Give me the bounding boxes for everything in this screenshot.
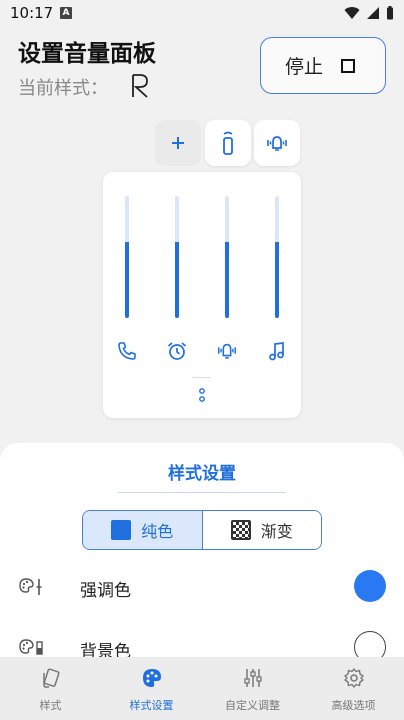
- accent-color-icon: [19, 578, 42, 595]
- nav-label-custom-adjust: 自定义调整: [225, 699, 280, 712]
- nav-label-style-settings: 样式设置: [129, 699, 174, 712]
- sheet-title-underline: [118, 492, 286, 493]
- nav-item-custom-adjust[interactable]: 自定义调整: [202, 657, 303, 720]
- ringer-mode-button[interactable]: [205, 120, 251, 166]
- gear-icon: [343, 668, 364, 688]
- notification-badge: A: [60, 7, 72, 19]
- music-volume-slider[interactable]: [275, 196, 279, 318]
- panel-divider: [193, 377, 211, 378]
- sheet-title: 样式设置: [168, 464, 236, 484]
- nav-label-style: 样式: [39, 699, 62, 712]
- ring-volume-slider[interactable]: [225, 196, 229, 318]
- gradient-label: 渐变: [260, 522, 293, 541]
- plus-icon: [172, 137, 184, 149]
- nav-item-advanced[interactable]: 高级选项: [303, 657, 404, 720]
- solid-color-tab[interactable]: 纯色: [83, 511, 203, 549]
- color-mode-toggle: 纯色 渐变: [82, 510, 322, 550]
- solid-color-label: 纯色: [141, 522, 174, 541]
- add-button[interactable]: [155, 120, 201, 166]
- vibrate-bell-icon: [267, 136, 287, 151]
- vibrate-mode-button[interactable]: [254, 120, 300, 166]
- wifi-icon: [344, 7, 360, 20]
- status-icons: [344, 6, 394, 20]
- alarm-volume-fill: [175, 242, 179, 318]
- call-volume-slider[interactable]: [125, 196, 129, 318]
- tune-icon: [243, 669, 262, 687]
- alarm-volume-slider[interactable]: [175, 196, 179, 318]
- status-bar: 10:17 A: [0, 0, 404, 28]
- battery-icon: [387, 6, 393, 20]
- accent-color-swatch[interactable]: [354, 570, 386, 602]
- ring-volume-fill: [225, 242, 229, 318]
- nav-item-style[interactable]: 样式: [0, 657, 101, 720]
- gradient-tab[interactable]: 渐变: [202, 511, 321, 549]
- stop-button[interactable]: 停止: [260, 37, 386, 94]
- bottom-nav: 样式 样式设置 自定义调整 高级选项: [0, 657, 404, 720]
- vibrate-icon[interactable]: [216, 340, 238, 362]
- background-color-icon: [19, 639, 43, 655]
- accent-color-label: 强调色: [80, 581, 131, 601]
- stop-icon: [341, 59, 355, 73]
- background-color-label: 背景色: [80, 642, 131, 657]
- remote-icon: [223, 131, 233, 155]
- signal-icon: [367, 7, 379, 19]
- music-volume-fill: [275, 242, 279, 318]
- call-volume-fill: [125, 242, 129, 318]
- nav-item-style-settings[interactable]: 样式设置: [101, 657, 202, 720]
- alarm-icon[interactable]: [166, 340, 188, 362]
- style-logo-icon: [132, 74, 148, 98]
- palette-icon: [142, 669, 161, 687]
- style-settings-sheet: 样式设置 纯色 渐变 强调色 背景色: [0, 443, 404, 657]
- page-title: 设置音量面板: [18, 41, 156, 67]
- current-style-label: 当前样式：: [18, 78, 108, 99]
- volume-panel: [103, 172, 301, 418]
- style-icon: [42, 668, 60, 688]
- solid-color-icon: [111, 520, 132, 540]
- nav-label-advanced: 高级选项: [331, 699, 376, 712]
- more-dots-icon[interactable]: [198, 387, 206, 403]
- status-time: 10:17: [10, 4, 54, 22]
- background-color-swatch[interactable]: [354, 631, 386, 657]
- phone-icon[interactable]: [116, 340, 138, 362]
- stop-button-label: 停止: [285, 56, 324, 78]
- music-icon[interactable]: [266, 340, 288, 362]
- gradient-icon: [230, 520, 251, 540]
